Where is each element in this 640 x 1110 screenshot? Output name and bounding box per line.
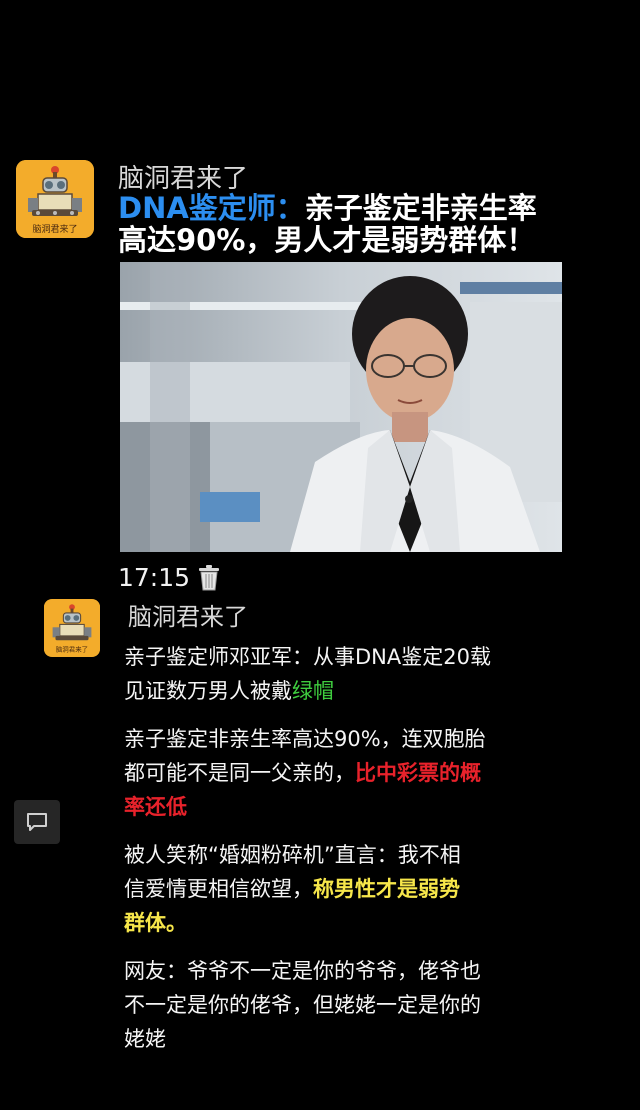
paragraph-4-line-3: 姥姥 — [124, 1027, 166, 1051]
highlight-yellow: 称男性才是弱势 — [313, 877, 460, 901]
headline-prefix: DNA鉴定师： — [118, 191, 305, 225]
paragraph-3-line-1: 被人笑称“婚姻粉碎机”直言：我不相 — [124, 843, 461, 867]
video-thumbnail[interactable] — [120, 262, 562, 552]
paragraph-2-line-1: 亲子鉴定非亲生率高达90%，连双胞胎 — [124, 727, 486, 751]
paragraph-4: 网友：爷爷不一定是你的爷爷，佬爷也 不一定是你的佬爷，但姥姥一定是你的 姥姥 — [124, 954, 554, 1056]
paragraph-3-line-2: 信爱情更相信欲望， — [124, 877, 313, 901]
reply-account-avatar[interactable]: 脑洞君来了 — [44, 599, 100, 657]
chat-bubble-icon — [27, 813, 47, 831]
paragraph-2: 亲子鉴定非亲生率高达90%，连双胞胎 都可能不是同一父亲的，比中彩票的概 率还低 — [124, 722, 554, 824]
robot-logo-icon: 脑洞君来了 — [44, 600, 100, 656]
account-avatar[interactable]: 脑洞君来了 — [16, 160, 94, 238]
paragraph-3: 被人笑称“婚姻粉碎机”直言：我不相 信爱情更相信欲望，称男性才是弱势 群体。 — [124, 838, 554, 940]
reply-account-name[interactable]: 脑洞君来了 — [128, 597, 248, 632]
svg-text:脑洞君来了: 脑洞君来了 — [56, 645, 88, 654]
trash-icon[interactable] — [196, 564, 222, 592]
headline-line2: 高达90%，男人才是弱势群体！ — [118, 223, 536, 257]
highlight-yellow-line: 群体。 — [124, 911, 187, 935]
highlight-green: 绿帽 — [292, 679, 334, 703]
headline-line1: 亲子鉴定非亲生率 — [304, 191, 537, 225]
lab-scene-image — [120, 262, 562, 552]
reply-body: 亲子鉴定师邓亚军：从事DNA鉴定20载 见证数万男人被戴绿帽 亲子鉴定非亲生率高… — [124, 640, 554, 1070]
paragraph-1-line-1: 亲子鉴定师邓亚军：从事DNA鉴定20载 — [124, 645, 491, 669]
account-name[interactable]: 脑洞君来了 — [118, 158, 248, 195]
message-button[interactable] — [14, 800, 60, 844]
highlight-red: 比中彩票的概 — [355, 761, 481, 785]
svg-text:脑洞君来了: 脑洞君来了 — [32, 223, 77, 235]
paragraph-1: 亲子鉴定师邓亚军：从事DNA鉴定20载 见证数万男人被戴绿帽 — [124, 640, 554, 708]
post-headline: DNA鉴定师：亲子鉴定非亲生率 高达90%，男人才是弱势群体！ — [118, 192, 598, 256]
paragraph-2-line-2: 都可能不是同一父亲的， — [124, 761, 355, 785]
highlight-red-line: 率还低 — [124, 795, 187, 819]
post-timestamp: 17:15 — [118, 563, 191, 592]
paragraph-1-line-2: 见证数万男人被戴 — [124, 679, 292, 703]
paragraph-4-line-2: 不一定是你的佬爷，但姥姥一定是你的 — [124, 993, 481, 1017]
robot-logo-icon: 脑洞君来了 — [16, 160, 94, 238]
paragraph-4-line-1: 网友：爷爷不一定是你的爷爷，佬爷也 — [124, 959, 481, 983]
